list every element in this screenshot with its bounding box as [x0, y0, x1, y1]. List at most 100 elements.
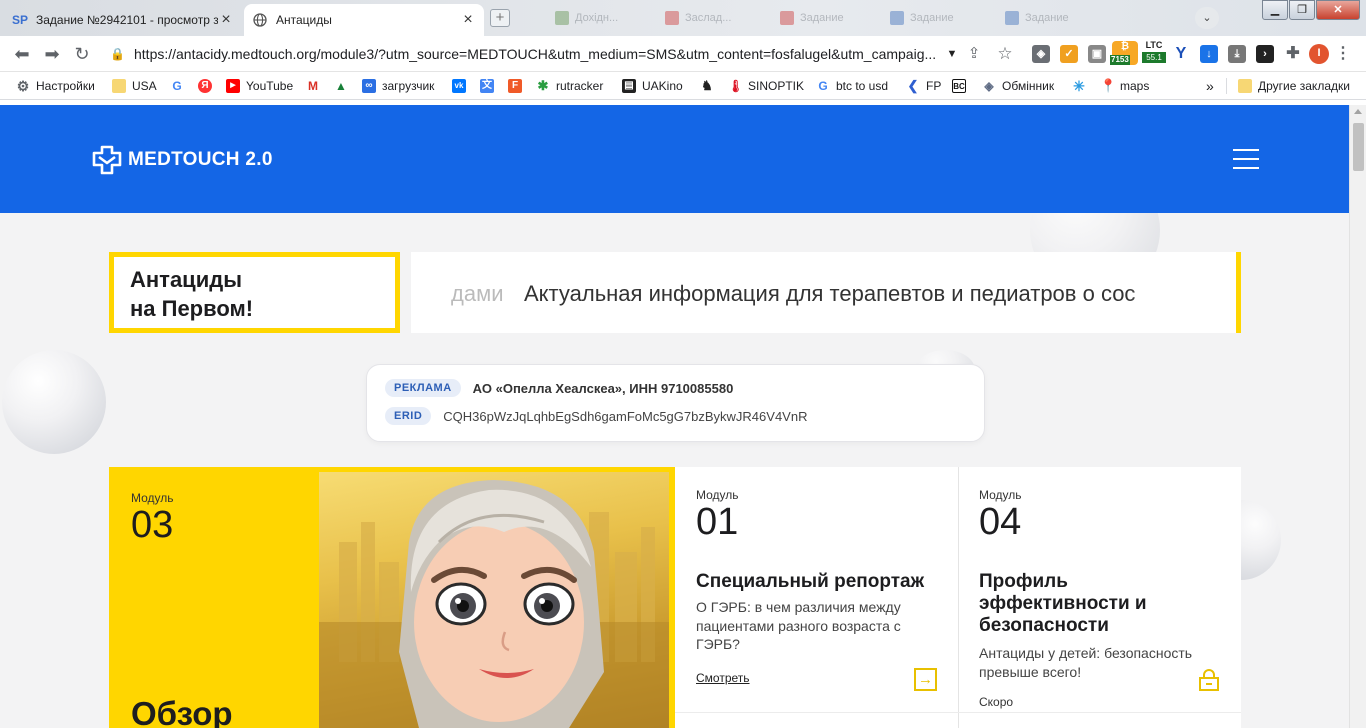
download-extension-icon[interactable]: ↓	[1200, 45, 1218, 63]
bookmark-vk[interactable]: vk	[452, 77, 472, 95]
y-extension-icon[interactable]: Y	[1172, 45, 1190, 63]
yandex-icon: Я	[198, 79, 212, 93]
briefcase-extension-icon[interactable]: ▣	[1088, 45, 1106, 63]
bookmark-btc-to-usd[interactable]: Gbtc to usd	[816, 77, 888, 95]
bookmark-label: Обмінник	[1002, 79, 1055, 93]
ad-row-erid: ERID CQH36pWzJqLqhbEgSdh6gamFoMc5gG7bzBy…	[385, 407, 807, 425]
module-card-04[interactable]: Модуль 04 Профиль эффективности и безопа…	[959, 467, 1241, 728]
uakino-icon: ▤	[622, 79, 636, 93]
ltc-price-badge: 55.1	[1142, 52, 1166, 63]
close-tab-icon[interactable]: ×	[218, 12, 234, 28]
module-04-title: Профиль эффективности и безопасности	[979, 571, 1147, 636]
exchange-icon: ◈	[982, 79, 996, 93]
back-button[interactable]: ⬅	[10, 42, 34, 66]
terminal-extension-icon[interactable]: ›	[1256, 45, 1274, 63]
tab-search-button[interactable]: ⌄	[1195, 7, 1219, 29]
maps-icon: 📍	[1100, 78, 1117, 93]
close-tab-icon[interactable]: ×	[460, 12, 476, 28]
maximize-button[interactable]: ❐	[1289, 0, 1315, 20]
hamburger-menu-icon[interactable]	[1233, 149, 1259, 169]
scrollbar-thumb[interactable]	[1353, 123, 1364, 171]
bc-icon: BC	[952, 79, 966, 93]
minimize-button[interactable]: ▁	[1262, 0, 1288, 20]
bookmark-drive[interactable]: ▲	[334, 77, 354, 95]
scroll-up-icon[interactable]	[1354, 109, 1362, 114]
ad-row-advertiser: РЕКЛАМА АО «Опелла Хеалскеа», ИНН 971008…	[385, 379, 733, 397]
ublock-icon[interactable]: ◈	[1032, 45, 1050, 63]
bookmark-sinoptik[interactable]: 🌡 SINOPTIK	[728, 77, 804, 95]
ghost-tab: Задание	[890, 8, 954, 28]
ltc-label: LTC	[1145, 40, 1163, 50]
bookmark-translate[interactable]: 文	[480, 77, 500, 95]
bookmark-downloader[interactable]: ∞ загрузчик	[362, 77, 434, 95]
menu-icon[interactable]: ⋮	[1334, 45, 1352, 63]
bookmark-exchanger[interactable]: ◈ Обмінник	[982, 77, 1054, 95]
module-03-title: Обзор	[131, 695, 233, 728]
ghost-tab: Дохідн...	[555, 8, 618, 28]
f-icon: F	[508, 79, 522, 93]
ltc-extension-icon[interactable]: LTC 55.1	[1142, 40, 1166, 66]
bookmark-maps[interactable]: 📍 maps	[1100, 77, 1149, 95]
address-bar[interactable]: 🔒 https://antacidy.medtouch.org/module3/…	[98, 40, 964, 68]
module-01-title: Специальный репортаж	[696, 571, 925, 592]
watch-link[interactable]: Смотреть	[696, 671, 750, 685]
bookmark-pinwheel[interactable]: ✳	[1072, 77, 1092, 95]
site-header: MEDTOUCH 2.0	[0, 105, 1349, 213]
omnibox-dropdown-icon[interactable]: ▼	[940, 42, 964, 66]
logo-text: MEDTOUCH 2.0	[128, 149, 273, 170]
bookmark-chess[interactable]: ♞	[700, 77, 720, 95]
bookmark-other[interactable]: Другие закладки	[1238, 77, 1350, 95]
tab-antacids[interactable]: Антациды ×	[244, 4, 484, 36]
folder-icon	[112, 79, 126, 93]
bookmarks-overflow-button[interactable]: »	[1206, 77, 1214, 95]
forward-button[interactable]: ➡	[40, 42, 64, 66]
page-scrollbar[interactable]	[1349, 105, 1366, 728]
shield-extension-icon[interactable]: ✓	[1060, 45, 1078, 63]
bookmark-gmail[interactable]: M	[306, 77, 326, 95]
chess-icon: ♞	[700, 78, 714, 93]
bookmark-label: YouTube	[246, 79, 294, 93]
module-card-01[interactable]: Модуль 01 Специальный репортаж О ГЭРБ: в…	[675, 467, 958, 728]
close-window-button[interactable]: ✕	[1316, 0, 1360, 20]
tab-task[interactable]: SP Задание №2942101 - просмотр з ×	[4, 4, 242, 36]
lock-icon: 🔒	[110, 47, 125, 61]
bookmark-label: rutracker	[556, 79, 604, 93]
bookmark-fp[interactable]: ❮ FP	[906, 77, 941, 95]
bookmark-label: btc to usd	[836, 79, 889, 93]
profile-avatar[interactable]: I	[1309, 44, 1329, 64]
google-icon: G	[816, 79, 830, 93]
module-label: Модуль	[696, 488, 739, 502]
module-card-03[interactable]: Модуль 03 Обзор	[109, 467, 675, 728]
reload-button[interactable]: ↻	[70, 42, 94, 66]
bookmark-yandex[interactable]: Я	[198, 77, 218, 95]
site-logo[interactable]: MEDTOUCH 2.0	[90, 143, 273, 177]
arrow-right-icon[interactable]: →	[914, 668, 937, 691]
medtouch-logo-icon	[92, 145, 122, 175]
ghost-tab: Задание	[780, 8, 844, 28]
advertiser-text: АО «Опелла Хеалскеа», ИНН 9710085580	[472, 380, 734, 396]
bookmark-google[interactable]: G	[170, 77, 190, 95]
btc-price-badge: 7153	[1110, 55, 1130, 65]
ghost-tab: Заслад...	[665, 8, 731, 28]
bitcoin-extension-icon[interactable]: ₿ 7153	[1110, 41, 1138, 65]
extensions-puzzle-icon[interactable]: ✚	[1284, 45, 1302, 63]
module-label: Модуль	[131, 491, 174, 505]
bookmark-f[interactable]: F	[508, 77, 528, 95]
bookmark-rutracker[interactable]: ✱ rutracker	[536, 77, 603, 95]
share-icon[interactable]: ⇪	[962, 42, 986, 66]
erid-value: CQH36pWzJqLqhbEgSdh6gamFoMc5gG7bzBykwJR4…	[443, 408, 808, 424]
bookmark-youtube[interactable]: ▶ YouTube	[226, 77, 293, 95]
tab-strip: SP Задание №2942101 - просмотр з × Антац…	[0, 0, 1366, 36]
bookmark-settings[interactable]: ⚙ Настройки	[16, 77, 95, 95]
new-tab-button[interactable]: +	[490, 9, 510, 27]
bookmark-usa[interactable]: USA	[112, 77, 157, 95]
bookmark-label: FP	[926, 79, 942, 93]
save-extension-icon[interactable]: ⤓	[1228, 45, 1246, 63]
bookmark-uakino[interactable]: ▤ UAKino	[622, 77, 683, 95]
rutracker-icon: ✱	[536, 78, 550, 93]
module-number: 04	[979, 501, 1022, 543]
bookmark-bc[interactable]: BC	[952, 77, 972, 95]
bookmark-star-icon[interactable]: ☆	[993, 42, 1017, 66]
module-label: Модуль	[979, 488, 1022, 502]
bookmark-label: UAKino	[642, 79, 683, 93]
